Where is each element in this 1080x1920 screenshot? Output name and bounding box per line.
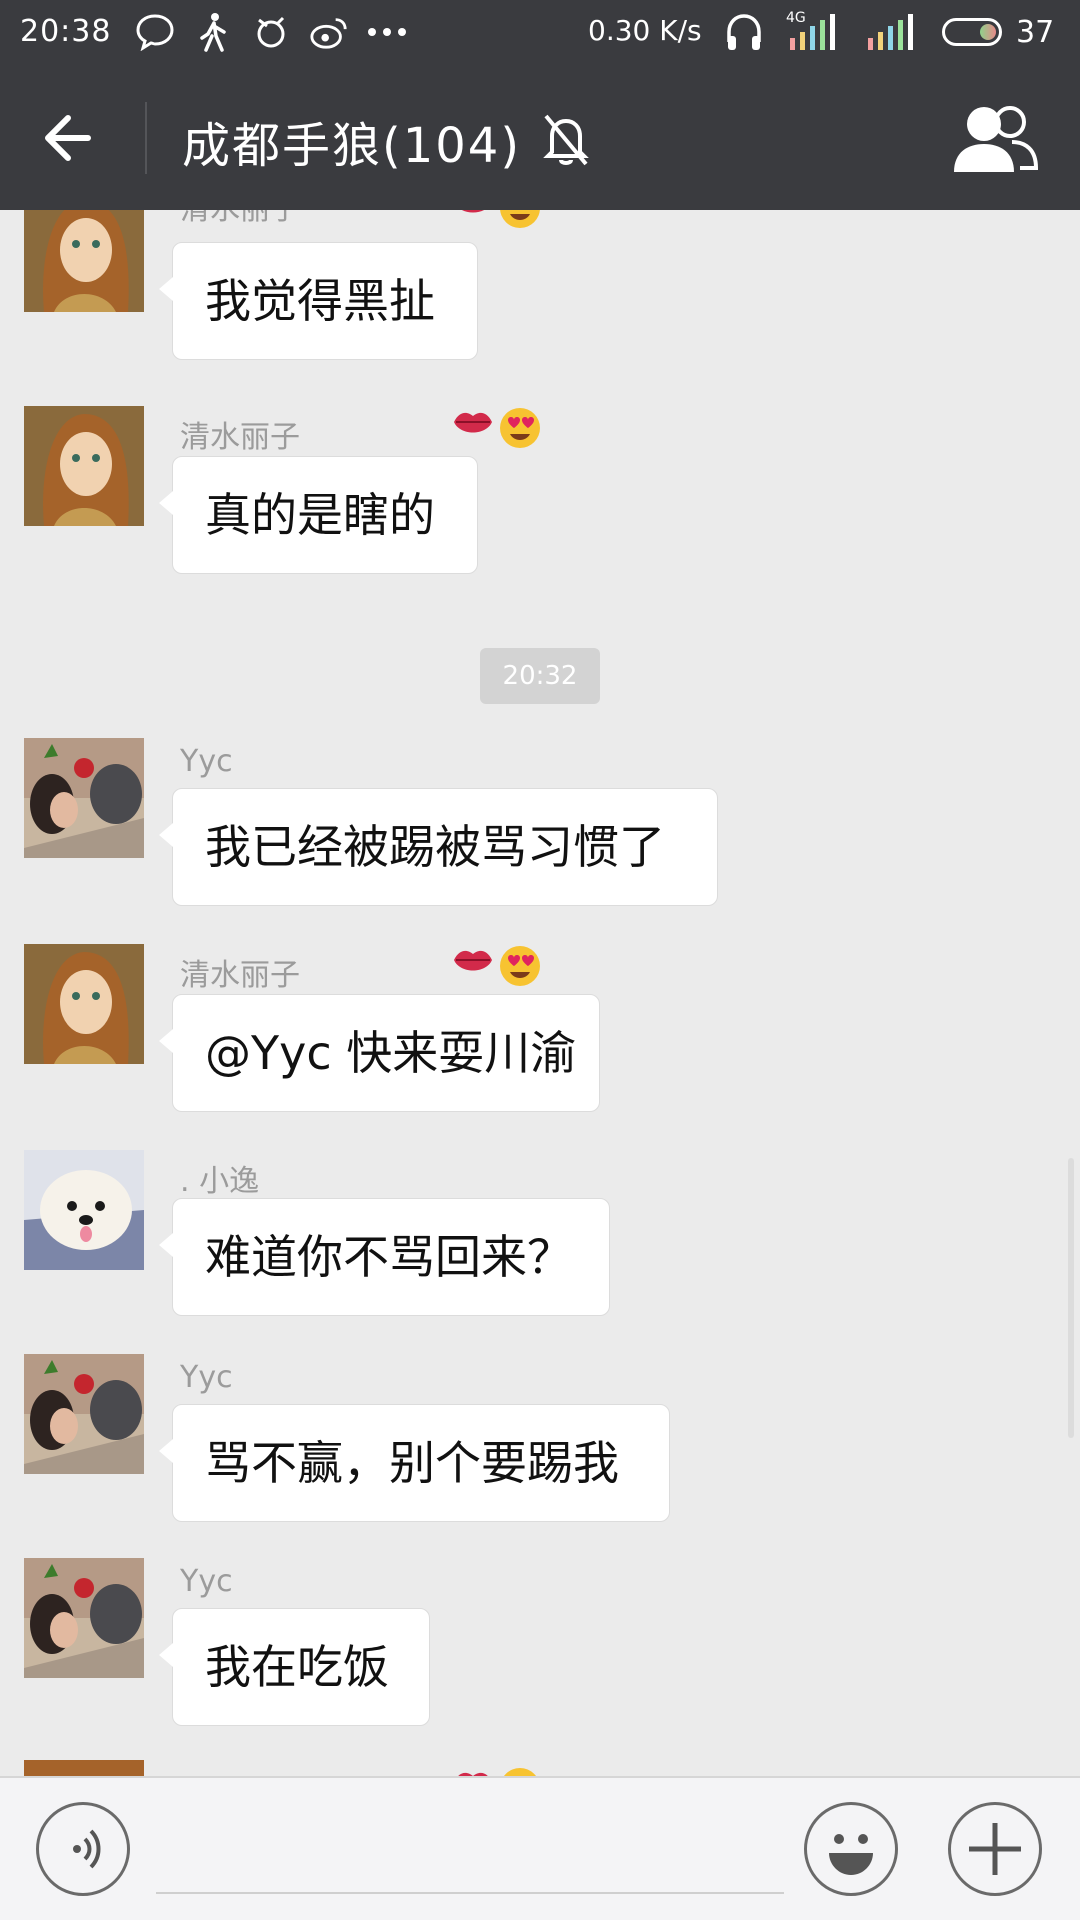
headphones-icon xyxy=(724,10,764,54)
message-bubble[interactable]: 我已经被踢被骂习惯了 xyxy=(159,788,718,906)
timestamp-divider: 20:32 xyxy=(480,648,600,704)
avatar[interactable] xyxy=(24,1354,144,1474)
heart-eyes-icon xyxy=(500,946,540,986)
heart-eyes-icon xyxy=(500,408,540,448)
chat-bubble-icon xyxy=(135,10,175,54)
sender-emoji xyxy=(452,210,542,230)
smiley-icon xyxy=(829,1834,873,1875)
header-divider xyxy=(145,102,147,174)
battery-icon xyxy=(942,18,1002,46)
more-dots-icon xyxy=(367,10,407,54)
signal-icon: 4G xyxy=(786,10,842,54)
plus-icon xyxy=(969,1823,1021,1875)
sender-name: Yyc xyxy=(180,1564,233,1599)
sender-name: . 小逸 xyxy=(180,1164,260,1199)
scrollbar[interactable] xyxy=(1068,1158,1074,1438)
status-right-icons: 4G 37 xyxy=(724,10,1054,54)
sender-emoji xyxy=(452,944,542,988)
sender-name: 清水丽子 xyxy=(180,210,300,228)
message-input[interactable] xyxy=(156,1806,784,1894)
voice-icon xyxy=(73,1829,101,1869)
avatar[interactable] xyxy=(24,1150,144,1270)
sender-name: 清水丽子 xyxy=(180,958,300,993)
message-input-bar xyxy=(0,1776,1080,1920)
back-arrow-icon xyxy=(45,115,91,161)
kiss-lips-icon xyxy=(454,412,492,433)
kiss-lips-icon xyxy=(458,1772,488,1776)
emoji-button[interactable] xyxy=(804,1802,898,1896)
sender-emoji xyxy=(452,406,542,450)
heart-eyes-icon xyxy=(500,210,540,228)
avatar[interactable] xyxy=(24,1558,144,1678)
message-bubble[interactable]: @Yyc 快来耍川渝 xyxy=(159,994,600,1112)
signal-icon-2 xyxy=(864,10,920,54)
back-button[interactable] xyxy=(40,106,110,170)
sender-name: Yyc xyxy=(180,1360,233,1395)
network-speed: 0.30 K/s xyxy=(588,14,702,47)
chat-message-list[interactable]: 清水丽子 我觉得黑扯 清水丽子 真的是瞎的 20:32 Yyc 我已经被踢被骂习… xyxy=(0,210,1080,1776)
group-members-button[interactable] xyxy=(950,102,1040,178)
sender-emoji xyxy=(452,1766,542,1776)
heart-eyes-icon xyxy=(504,1768,536,1776)
bell-off-icon xyxy=(540,112,592,168)
page-title: 成都手狼(104) xyxy=(182,118,522,174)
chat-header: 成都手狼(104) xyxy=(0,68,1080,210)
app-icon xyxy=(251,10,291,54)
message-bubble[interactable]: 真的是瞎的 xyxy=(159,456,478,574)
status-bar: 20:38 0.30 K/s 4G 37 xyxy=(0,0,1080,68)
voice-button[interactable] xyxy=(36,1802,130,1896)
message-bubble[interactable]: 骂不赢，别个要踢我 xyxy=(159,1404,670,1522)
group-members-icon xyxy=(954,106,1039,172)
message-bubble[interactable]: 我觉得黑扯 xyxy=(159,242,478,360)
sender-name: Yyc xyxy=(180,744,233,779)
avatar[interactable] xyxy=(24,210,144,312)
avatar[interactable] xyxy=(24,944,144,1064)
walking-icon xyxy=(193,10,233,54)
avatar[interactable] xyxy=(24,1760,144,1776)
battery-level: 37 xyxy=(1016,14,1055,50)
more-actions-button[interactable] xyxy=(948,1802,1042,1896)
notification-icons xyxy=(135,10,407,54)
kiss-lips-icon xyxy=(454,950,492,971)
message-bubble[interactable]: 我在吃饭 xyxy=(159,1608,430,1726)
avatar[interactable] xyxy=(24,738,144,858)
sender-name: 清水丽子 xyxy=(180,420,300,455)
weibo-icon xyxy=(309,10,349,54)
status-time: 20:38 xyxy=(20,14,112,49)
message-bubble[interactable]: 难道你不骂回来？ xyxy=(159,1198,610,1316)
network-type: 4G xyxy=(786,10,806,26)
kiss-lips-icon xyxy=(461,210,485,213)
avatar[interactable] xyxy=(24,406,144,526)
